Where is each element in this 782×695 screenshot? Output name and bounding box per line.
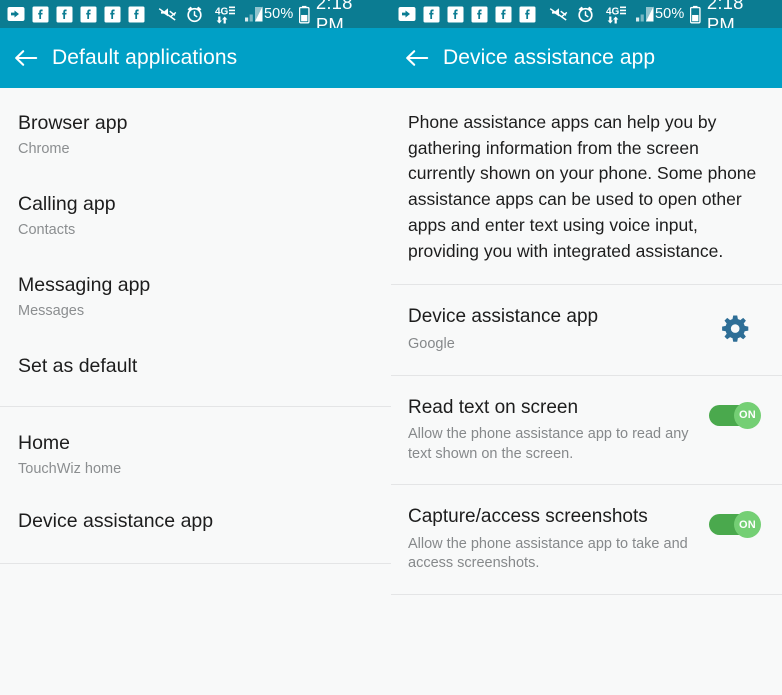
gear-icon [722,315,749,343]
battery-percent-label: 50% [264,6,294,22]
settings-row-subtitle: Allow the phone assistance app to take a… [408,535,688,572]
toggle-state-label: ON [739,518,756,531]
list-item-calling-app[interactable]: Calling app Contacts [0,169,391,250]
list-item-subtitle: Chrome [18,140,70,157]
facebook-icon [80,6,97,22]
settings-row-control [706,307,764,352]
status-notification-icons: 4G [7,5,264,24]
signal-bars-icon [636,6,654,22]
back-arrow-icon [7,7,25,21]
left-app-bar: Default applications [0,28,391,88]
settings-row-control: ON [706,398,764,429]
mute-icon [549,8,568,21]
settings-row-text: Device assistance app Google [408,307,706,354]
mute-icon [158,8,177,21]
intro-description: Phone assistance apps can help you by ga… [408,112,757,261]
divider [0,563,391,564]
battery-icon [690,5,701,23]
facebook-icon [519,6,536,22]
settings-row-text: Capture/access screenshots Allow the pho… [408,507,706,574]
list-item-title: Device assistance app [18,510,214,532]
status-bar-right: 4G 50% 2:18 PM [391,0,782,35]
toggle-thumb: ON [734,401,761,429]
settings-row-title: Device assistance app [408,306,599,328]
alarm-icon [578,6,593,22]
list-item-device-assistance-app[interactable]: Device assistance app [0,488,391,563]
facebook-icon [104,6,121,22]
svg-text:4G: 4G [606,6,620,17]
list-item-home[interactable]: Home TouchWiz home [0,407,391,488]
list-item-browser-app[interactable]: Browser app Chrome [0,88,391,169]
facebook-icon [423,6,440,22]
status-notification-icons: 4G [398,5,655,24]
left-app-bar-title: Default applications [52,46,238,69]
settings-row-title: Capture/access screenshots [408,506,648,528]
right-app-bar-title: Device assistance app [443,46,656,69]
settings-row-read-text-on-screen[interactable]: Read text on screen Allow the phone assi… [391,376,782,485]
back-button[interactable] [0,28,52,88]
svg-text:4G: 4G [215,6,229,17]
default-applications-list: Browser app Chrome Calling app Contacts … [0,88,391,695]
facebook-icon [56,6,73,22]
divider [391,593,782,595]
list-item-set-as-default[interactable]: Set as default [0,331,391,406]
arrow-left-icon [15,50,38,66]
list-item-subtitle: Messages [18,302,85,319]
status-bar: 4G 50% 2:18 PM 4G 50% 2:18 PM [0,0,782,35]
signal-bars-icon [245,6,263,22]
settings-row-capture-access-screenshots[interactable]: Capture/access screenshots Allow the pho… [391,485,782,594]
list-item-title: Set as default [18,355,138,377]
list-item-subtitle: TouchWiz home [18,460,122,477]
facebook-icon [32,6,49,22]
facebook-icon [495,6,512,22]
list-item-title: Messaging app [18,274,151,296]
toggle-thumb: ON [734,511,761,539]
list-item-messaging-app[interactable]: Messaging app Messages [0,250,391,331]
settings-row-device-assistance-app[interactable]: Device assistance app Google [391,285,782,374]
list-item-title: Home [18,432,71,454]
screen: 4G 50% 2:18 PM 4G 50% 2:18 PM Default ap… [0,0,782,695]
back-arrow-icon [398,7,416,21]
facebook-icon [447,6,464,22]
gear-settings-button[interactable] [717,311,753,352]
alarm-icon [187,6,202,22]
network-4g-lte-icon: 4G [606,6,626,23]
arrow-left-icon [406,50,429,66]
status-bar-left: 4G 50% 2:18 PM [0,0,391,35]
list-item-title: Calling app [18,193,116,215]
settings-row-subtitle: Allow the phone assistance app to read a… [408,426,689,462]
right-app-bar: Device assistance app [391,28,782,88]
settings-row-text: Read text on screen Allow the phone assi… [408,396,706,465]
back-button[interactable] [391,28,443,88]
battery-percent-label: 50% [655,6,685,22]
device-assistance-app-settings: Phone assistance apps can help you by ga… [391,88,782,695]
list-item-subtitle: Contacts [18,221,76,238]
toggle-state-label: ON [739,409,756,422]
network-4g-lte-icon: 4G [215,6,235,23]
toggle-capture-access-screenshots[interactable]: ON [709,511,761,539]
toggle-read-text-on-screen[interactable]: ON [709,401,761,429]
facebook-icon [128,6,145,22]
settings-row-control: ON [706,507,764,539]
list-item-title: Browser app [18,112,128,134]
facebook-icon [471,6,488,22]
battery-icon [299,5,310,23]
settings-row-subtitle: Google [408,336,455,353]
settings-row-title: Read text on screen [408,396,579,418]
